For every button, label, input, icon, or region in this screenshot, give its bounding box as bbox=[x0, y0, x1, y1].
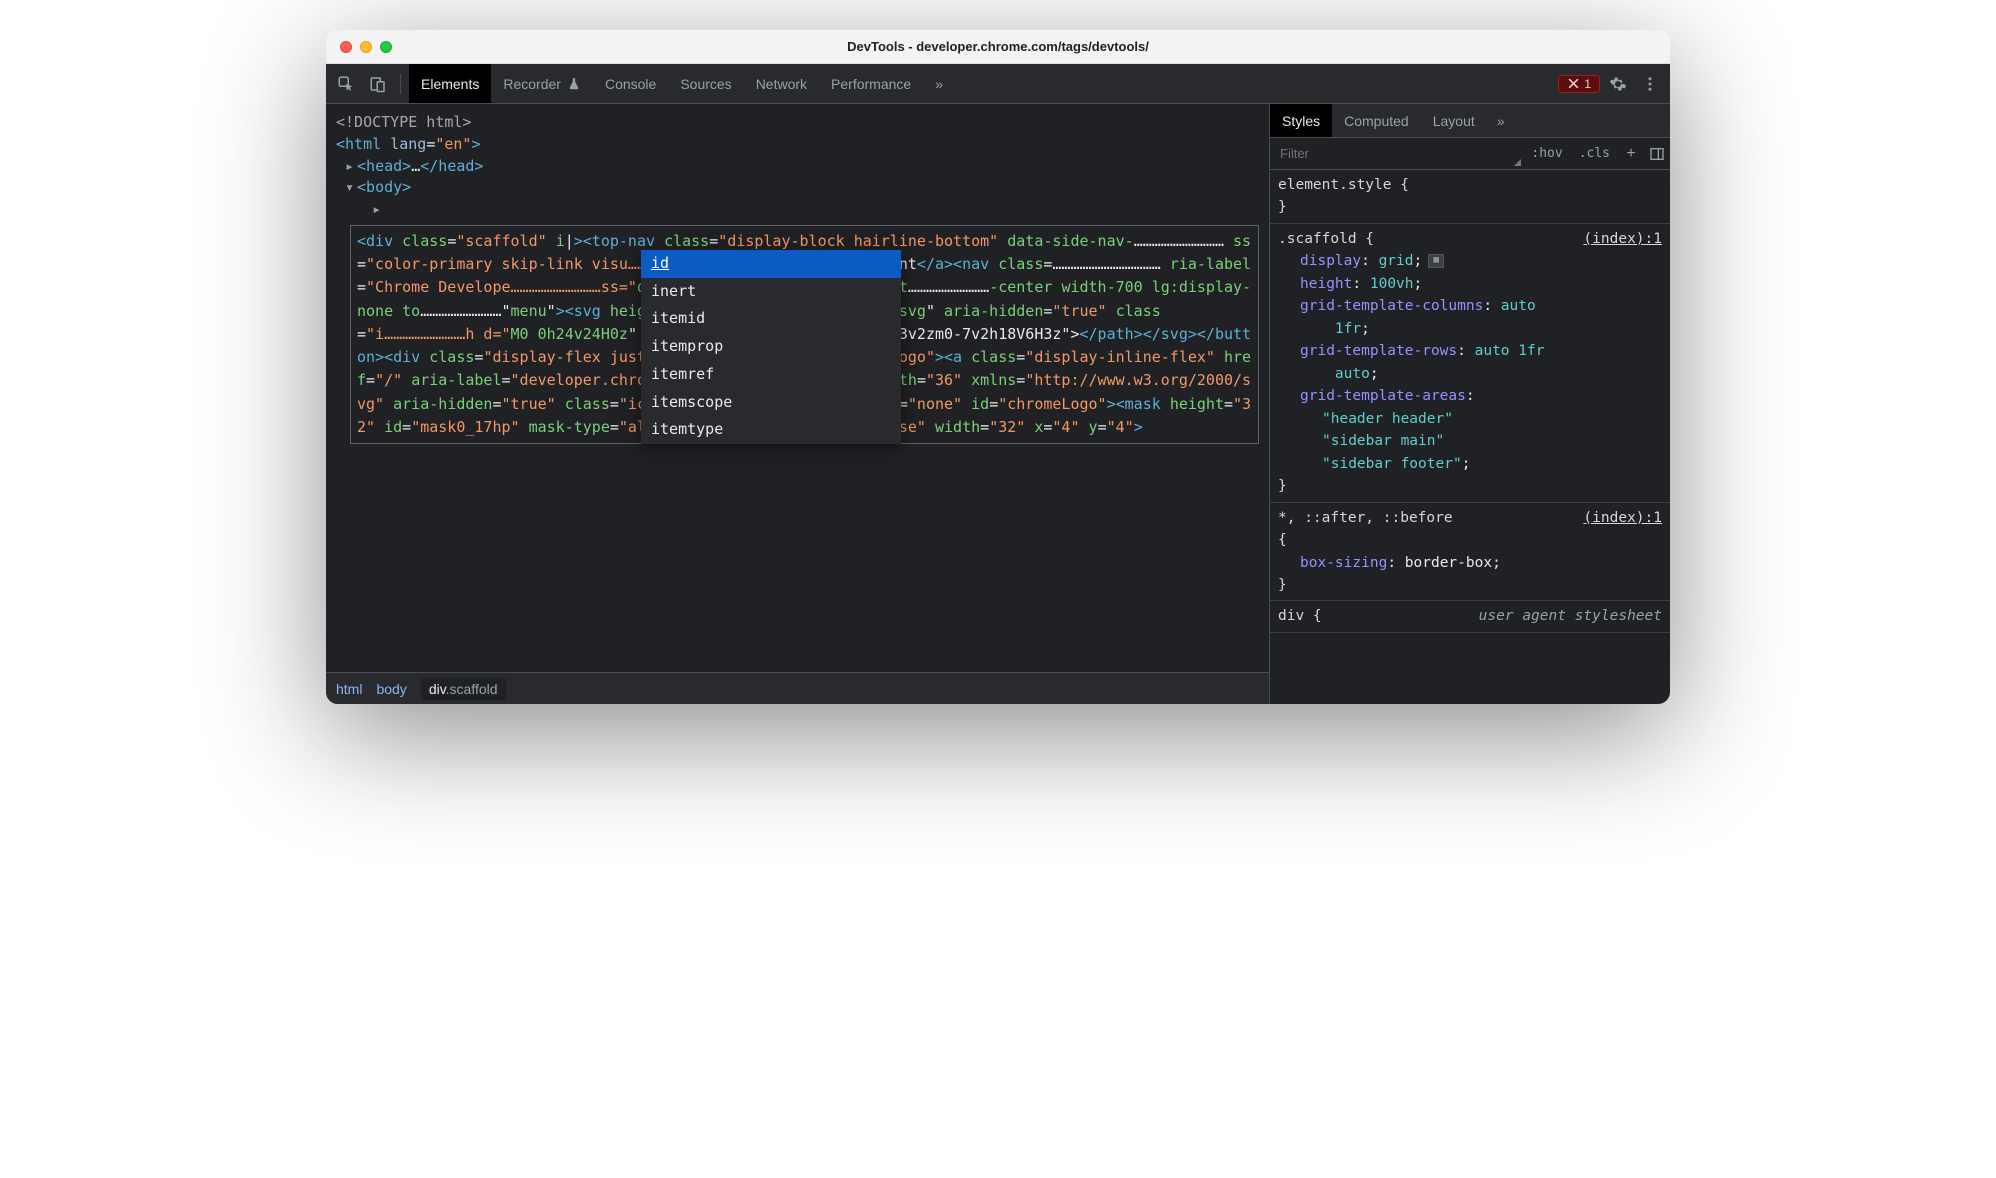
css-rule[interactable]: element.style { } bbox=[1270, 170, 1670, 224]
autocomplete-item[interactable]: itemtype bbox=[641, 416, 901, 444]
autocomplete-item[interactable]: itemprop bbox=[641, 333, 901, 361]
subtab-layout[interactable]: Layout bbox=[1421, 104, 1487, 137]
hov-toggle[interactable]: :hov bbox=[1523, 146, 1570, 161]
traffic-lights bbox=[340, 41, 392, 53]
panels-body: <!DOCTYPE html> <html lang="en"> ▸<head>… bbox=[326, 104, 1670, 704]
cls-toggle[interactable]: .cls bbox=[1571, 146, 1618, 161]
css-rule[interactable]: div { user agent stylesheet bbox=[1270, 601, 1670, 632]
rule-source-link[interactable]: (index):1 bbox=[1583, 228, 1662, 250]
error-icon bbox=[1567, 77, 1580, 90]
titlebar: DevTools - developer.chrome.com/tags/dev… bbox=[326, 30, 1670, 64]
tab-network[interactable]: Network bbox=[744, 64, 819, 103]
attribute-autocomplete-popup: id inert itemid itemprop itemref itemsco… bbox=[641, 250, 901, 444]
tabs-overflow[interactable]: » bbox=[923, 64, 955, 103]
elements-panel: <!DOCTYPE html> <html lang="en"> ▸<head>… bbox=[326, 104, 1270, 704]
css-rule[interactable]: .scaffold { (index):1 display: grid;▦ he… bbox=[1270, 224, 1670, 503]
devtools-window: DevTools - developer.chrome.com/tags/dev… bbox=[326, 30, 1670, 704]
resize-corner-icon[interactable] bbox=[1514, 159, 1521, 166]
crumb-current[interactable]: div.scaffold bbox=[421, 678, 506, 700]
autocomplete-item[interactable]: itemscope bbox=[641, 389, 901, 417]
new-style-rule-button[interactable]: + bbox=[1618, 145, 1644, 163]
subtab-styles[interactable]: Styles bbox=[1270, 104, 1332, 137]
top-tabs: Elements Recorder Console Sources Networ… bbox=[409, 64, 955, 103]
tab-sources[interactable]: Sources bbox=[668, 64, 743, 103]
tab-console[interactable]: Console bbox=[593, 64, 668, 103]
selected-dom-node[interactable]: <div class="scaffold" i|><top-nav class=… bbox=[350, 225, 1259, 444]
styles-filter-bar: :hov .cls + bbox=[1270, 138, 1670, 170]
device-toolbar-icon[interactable] bbox=[364, 70, 392, 98]
breadcrumbs: html body div.scaffold bbox=[326, 672, 1269, 704]
tab-performance[interactable]: Performance bbox=[819, 64, 923, 103]
toolbar: Elements Recorder Console Sources Networ… bbox=[326, 64, 1670, 104]
tab-recorder[interactable]: Recorder bbox=[491, 64, 593, 103]
toggle-sidebar-icon[interactable] bbox=[1644, 146, 1670, 162]
window-title: DevTools - developer.chrome.com/tags/dev… bbox=[340, 39, 1656, 54]
close-window-button[interactable] bbox=[340, 41, 352, 53]
error-count: 1 bbox=[1584, 77, 1591, 91]
caret-down-icon[interactable]: ▾ bbox=[345, 177, 357, 199]
styles-subtabs: Styles Computed Layout » bbox=[1270, 104, 1670, 138]
grid-swatch-icon[interactable]: ▦ bbox=[1428, 254, 1444, 268]
caret-right-icon[interactable]: ▸ bbox=[372, 199, 384, 221]
inspect-element-icon[interactable] bbox=[332, 70, 360, 98]
autocomplete-item[interactable]: itemid bbox=[641, 305, 901, 333]
user-agent-label: user agent stylesheet bbox=[1479, 605, 1662, 627]
autocomplete-item[interactable]: id bbox=[641, 250, 901, 278]
css-rule[interactable]: *, ::after, ::before (index):1 { box-siz… bbox=[1270, 503, 1670, 602]
body-node[interactable]: <body> bbox=[357, 178, 411, 196]
settings-icon[interactable] bbox=[1604, 70, 1632, 98]
crumb-body[interactable]: body bbox=[376, 681, 406, 697]
html-node[interactable]: <html bbox=[336, 135, 390, 153]
css-rules: element.style { } .scaffold { (index):1 … bbox=[1270, 170, 1670, 704]
rule-source-link[interactable]: (index):1 bbox=[1583, 507, 1662, 529]
tab-elements[interactable]: Elements bbox=[409, 64, 491, 103]
zoom-window-button[interactable] bbox=[380, 41, 392, 53]
head-node[interactable]: <head> bbox=[357, 157, 411, 175]
subtabs-overflow[interactable]: » bbox=[1487, 104, 1515, 137]
autocomplete-item[interactable]: itemref bbox=[641, 361, 901, 389]
minimize-window-button[interactable] bbox=[360, 41, 372, 53]
autocomplete-item[interactable]: inert bbox=[641, 278, 901, 306]
styles-filter-input[interactable] bbox=[1270, 146, 1514, 161]
divider bbox=[400, 74, 401, 94]
doctype-node: <!DOCTYPE html> bbox=[336, 113, 471, 131]
crumb-html[interactable]: html bbox=[336, 681, 362, 697]
kebab-menu-icon[interactable] bbox=[1636, 70, 1664, 98]
caret-right-icon[interactable]: ▸ bbox=[345, 156, 357, 178]
flask-icon bbox=[567, 77, 581, 91]
styles-panel: Styles Computed Layout » :hov .cls + ele… bbox=[1270, 104, 1670, 704]
rule-selector: element.style { bbox=[1278, 174, 1662, 196]
rule-selector: div { bbox=[1278, 608, 1322, 624]
dom-tree[interactable]: <!DOCTYPE html> <html lang="en"> ▸<head>… bbox=[326, 104, 1269, 672]
subtab-computed[interactable]: Computed bbox=[1332, 104, 1421, 137]
error-count-pill[interactable]: 1 bbox=[1558, 75, 1600, 93]
